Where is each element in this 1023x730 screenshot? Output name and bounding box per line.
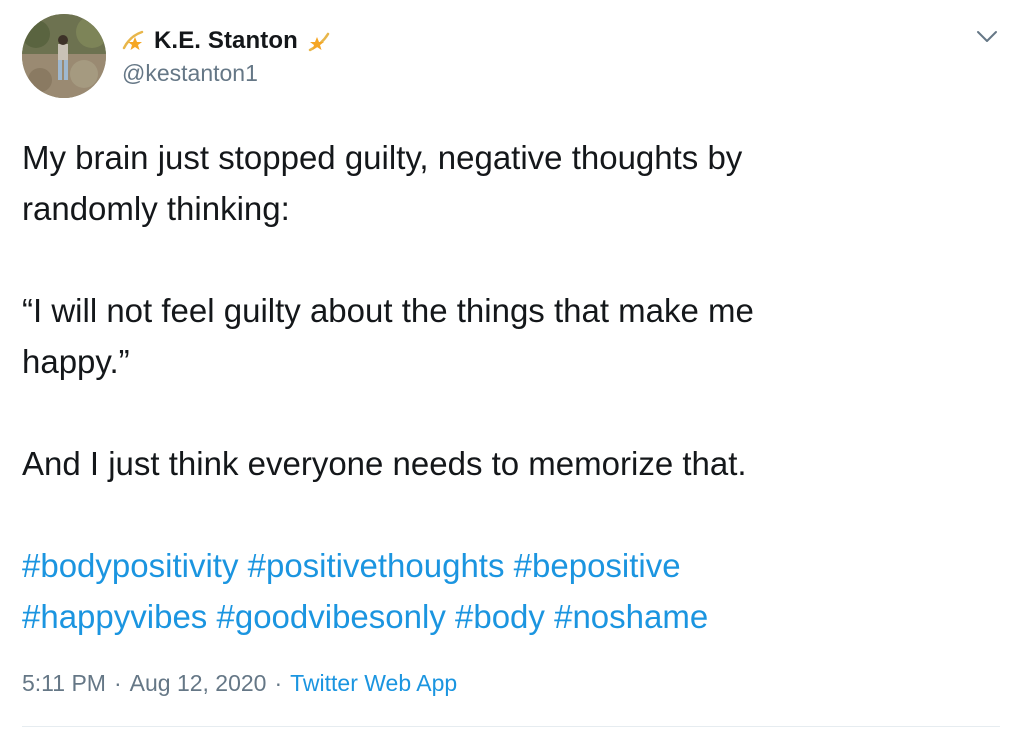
hashtag-link[interactable]: #body [455,598,545,635]
hashtag-link[interactable]: #bepositive [514,547,681,584]
divider [22,726,1000,727]
shooting-star-icon [304,28,330,54]
tweet-text: My brain just stopped guilty, negative t… [22,132,982,642]
avatar[interactable] [22,14,106,98]
hashtag-link[interactable]: #bodypositivity [22,547,238,584]
tweet-line: happy.” [22,343,130,380]
tweet-time[interactable]: 5:11 PM [22,670,106,697]
meta-separator: · [113,670,122,696]
hashtag-link[interactable]: #happyvibes [22,598,207,635]
tweet-line: randomly thinking: [22,190,290,227]
avatar-photo [22,14,106,98]
tweet-meta: 5:11 PM · Aug 12, 2020 · Twitter Web App [22,670,457,697]
tweet-line: My brain just stopped guilty, negative t… [22,139,743,176]
hashtag-link[interactable]: #goodvibesonly [216,598,445,635]
shooting-star-icon [122,28,148,54]
author-handle[interactable]: @kestanton1 [122,60,258,87]
tweet-source-link[interactable]: Twitter Web App [290,670,457,697]
hashtag-link[interactable]: #positivethoughts [248,547,505,584]
hashtag-row: #happyvibes #goodvibesonly #body #nosham… [22,591,982,642]
hashtag-row: #bodypositivity #positivethoughts #bepos… [22,540,982,591]
tweet-date[interactable]: Aug 12, 2020 [130,670,267,697]
meta-separator: · [274,670,283,696]
author-display-name: K.E. Stanton [154,27,298,54]
hashtag-link[interactable]: #noshame [554,598,708,635]
chevron-down-icon[interactable] [972,22,1002,52]
tweet-card: K.E. Stanton @kestanton1 My brain just s… [0,0,1023,730]
tweet-line: “I will not feel guilty about the things… [22,292,754,329]
tweet-line: And I just think everyone needs to memor… [22,445,747,482]
author-name-row[interactable]: K.E. Stanton [122,24,330,58]
